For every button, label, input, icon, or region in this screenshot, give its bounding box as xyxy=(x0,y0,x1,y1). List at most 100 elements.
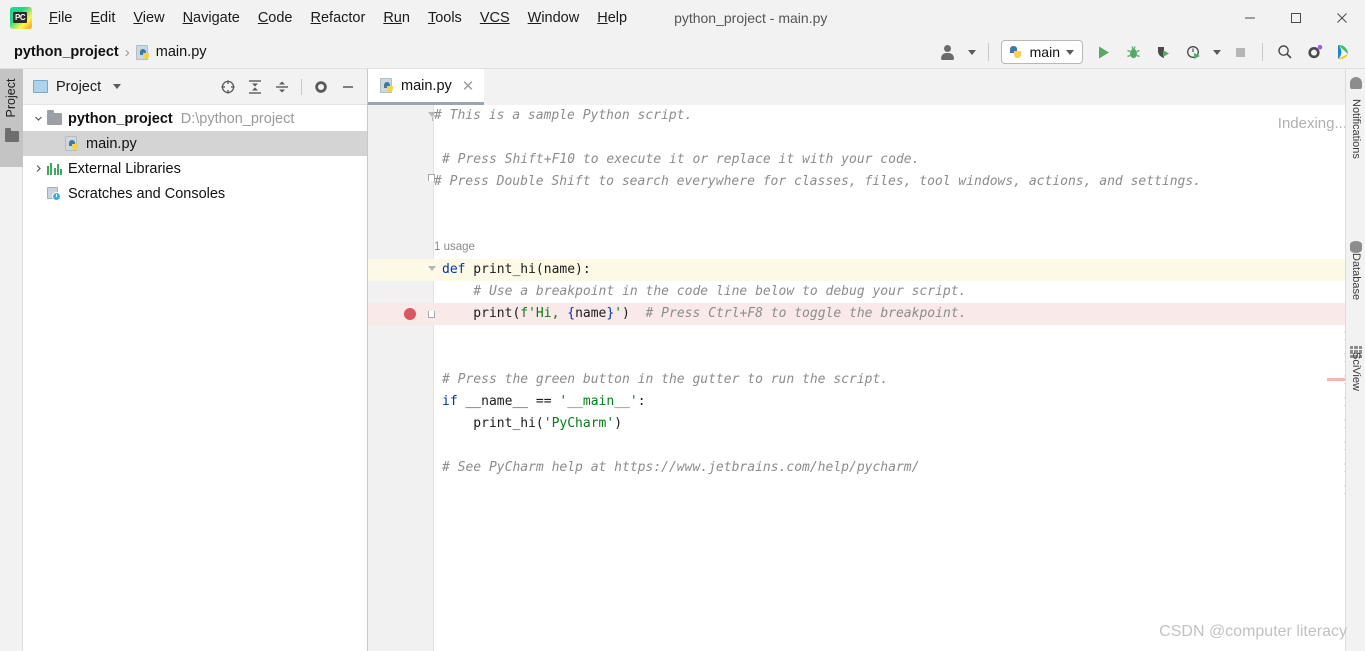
tree-node-external-libraries[interactable]: External Libraries xyxy=(23,156,367,181)
tree-node-python-project[interactable]: python_project D:\python_project xyxy=(23,106,367,131)
menu-item-file[interactable]: File xyxy=(40,7,81,29)
navigation-bar: python_project › main.py main xyxy=(0,36,1365,69)
code-text: # This is a sample Python script. # Pres… xyxy=(434,108,1202,475)
toolbar-divider-1 xyxy=(987,43,989,61)
stop-button[interactable] xyxy=(1226,39,1254,65)
close-button[interactable] xyxy=(1319,0,1365,36)
window-title: python_project - main.py xyxy=(674,10,828,26)
code-line: # Use a breakpoint in the code line belo… xyxy=(442,284,967,299)
user-icon xyxy=(940,44,955,60)
chevron-down-icon[interactable] xyxy=(29,114,47,123)
search-everywhere-button[interactable] xyxy=(1271,39,1299,65)
select-opened-file-button[interactable] xyxy=(215,75,241,99)
watermark: CSDN @computer literacy xyxy=(1159,623,1347,640)
menu-item-refactor[interactable]: Refactor xyxy=(302,7,375,29)
run-configuration-name: main xyxy=(1029,44,1060,60)
editor-area: main.py ✕ 1 2 3 4 5 6 7 8 9 10 11 12 13 … xyxy=(368,69,1365,651)
tree-node-label: Scratches and Consoles xyxy=(68,185,226,202)
collapse-all-button[interactable] xyxy=(269,75,295,99)
stripe-item-sciview[interactable]: SciView xyxy=(1346,344,1365,454)
stripe-item-notifications[interactable]: Notifications xyxy=(1346,75,1365,215)
close-icon[interactable]: ✕ xyxy=(462,77,475,95)
chevron-down-icon xyxy=(967,49,976,55)
tree-node-label: main.py xyxy=(86,135,137,152)
chevron-down-icon xyxy=(1066,49,1074,55)
breadcrumb-project[interactable]: python_project xyxy=(14,44,119,60)
debug-button[interactable] xyxy=(1119,39,1147,65)
code-editor[interactable]: 1 2 3 4 5 6 7 8 9 10 11 12 13 14 15 16 1… xyxy=(368,105,1365,651)
toolbar-divider-2 xyxy=(1262,43,1263,61)
menu-bar: File Edit View Navigate Code Refactor Ru… xyxy=(0,0,1365,36)
expand-all-button[interactable] xyxy=(242,75,268,99)
panel-actions-divider xyxy=(301,78,302,95)
menu-item-view[interactable]: View xyxy=(124,7,173,29)
line-number-gutter xyxy=(368,105,401,651)
python-file-icon xyxy=(135,44,151,60)
menu-item-edit[interactable]: Edit xyxy=(81,7,124,29)
user-account-button[interactable] xyxy=(934,39,962,65)
profile-dropdown[interactable] xyxy=(1209,39,1224,65)
menu-item-tools[interactable]: Tools xyxy=(419,7,471,29)
stripe-label: Notifications xyxy=(1350,99,1362,159)
minimize-button[interactable] xyxy=(1227,0,1273,36)
code-line: # Press the green button in the gutter t… xyxy=(442,372,889,387)
window-controls xyxy=(1227,0,1365,36)
settings-button[interactable] xyxy=(1301,39,1329,65)
user-account-dropdown[interactable] xyxy=(964,39,980,65)
editor-tab-label: main.py xyxy=(401,77,452,94)
bell-icon xyxy=(1350,77,1362,89)
project-tree: python_project D:\python_project main.py… xyxy=(23,105,367,206)
editor-tab-main-py[interactable]: main.py ✕ xyxy=(368,69,485,105)
breakpoint-marker[interactable] xyxy=(404,308,416,320)
chevron-down-icon[interactable] xyxy=(113,84,122,89)
profile-button[interactable] xyxy=(1179,39,1207,65)
project-stripe-label: Project xyxy=(4,78,18,118)
menu-item-code[interactable]: Code xyxy=(249,7,302,29)
maximize-button[interactable] xyxy=(1273,0,1319,36)
tree-node-main-py[interactable]: main.py xyxy=(23,131,367,156)
ide-feature-trainer-button[interactable] xyxy=(1331,39,1359,65)
code-line: # See PyCharm help at https://www.jetbra… xyxy=(442,460,920,475)
indexing-status: Indexing... xyxy=(1277,115,1347,132)
chevron-right-icon[interactable] xyxy=(29,164,47,173)
menu-item-help[interactable]: Help xyxy=(588,7,636,29)
folder-icon xyxy=(47,109,62,125)
code-line: # Press Shift+F10 to execute it or repla… xyxy=(442,152,920,167)
stripe-label: Database xyxy=(1350,253,1362,301)
project-panel-header: Project xyxy=(23,69,367,105)
breadcrumb-file[interactable]: main.py xyxy=(156,44,207,60)
python-config-icon xyxy=(1009,45,1024,60)
menu-item-navigate[interactable]: Navigate xyxy=(174,7,249,29)
main-toolbar: main xyxy=(934,39,1365,65)
project-panel-actions xyxy=(215,75,367,99)
chevron-down-icon xyxy=(1212,49,1221,55)
project-settings-button[interactable] xyxy=(308,75,334,99)
run-configuration-selector[interactable]: main xyxy=(1000,40,1083,64)
run-button[interactable] xyxy=(1089,39,1117,65)
tree-node-label: External Libraries xyxy=(68,160,181,177)
run-with-coverage-button[interactable] xyxy=(1149,39,1177,65)
tree-node-label: python_project xyxy=(68,110,173,127)
tree-node-path: D:\python_project xyxy=(180,110,295,127)
code-line: # This is a sample Python script. xyxy=(434,108,693,123)
breadcrumb: python_project › main.py xyxy=(14,44,207,61)
stripe-label: SciView xyxy=(1350,352,1362,391)
tool-window-icon xyxy=(33,80,48,93)
left-tool-stripe: Project xyxy=(0,69,23,651)
database-icon xyxy=(1350,241,1362,253)
right-tool-stripe: Notifications Database SciView xyxy=(1345,69,1365,651)
pycharm-logo-icon xyxy=(10,7,32,29)
menu-item-window[interactable]: Window xyxy=(519,7,589,29)
stripe-item-database[interactable]: Database xyxy=(1346,239,1365,359)
tree-node-scratches-and-consoles[interactable]: Scratches and Consoles xyxy=(23,181,367,206)
libraries-icon xyxy=(47,162,63,175)
scratches-icon xyxy=(47,186,62,201)
menu-item-vcs[interactable]: VCS xyxy=(471,7,519,29)
python-file-icon xyxy=(380,78,395,93)
hide-panel-button[interactable] xyxy=(335,75,361,99)
project-stripe-tab[interactable]: Project xyxy=(0,69,23,167)
icon-gutter[interactable] xyxy=(401,105,433,651)
menu-item-run[interactable]: Run xyxy=(374,7,419,29)
project-tool-window: Project python_project D:\python_project… xyxy=(23,69,368,651)
folder-icon xyxy=(5,128,19,142)
